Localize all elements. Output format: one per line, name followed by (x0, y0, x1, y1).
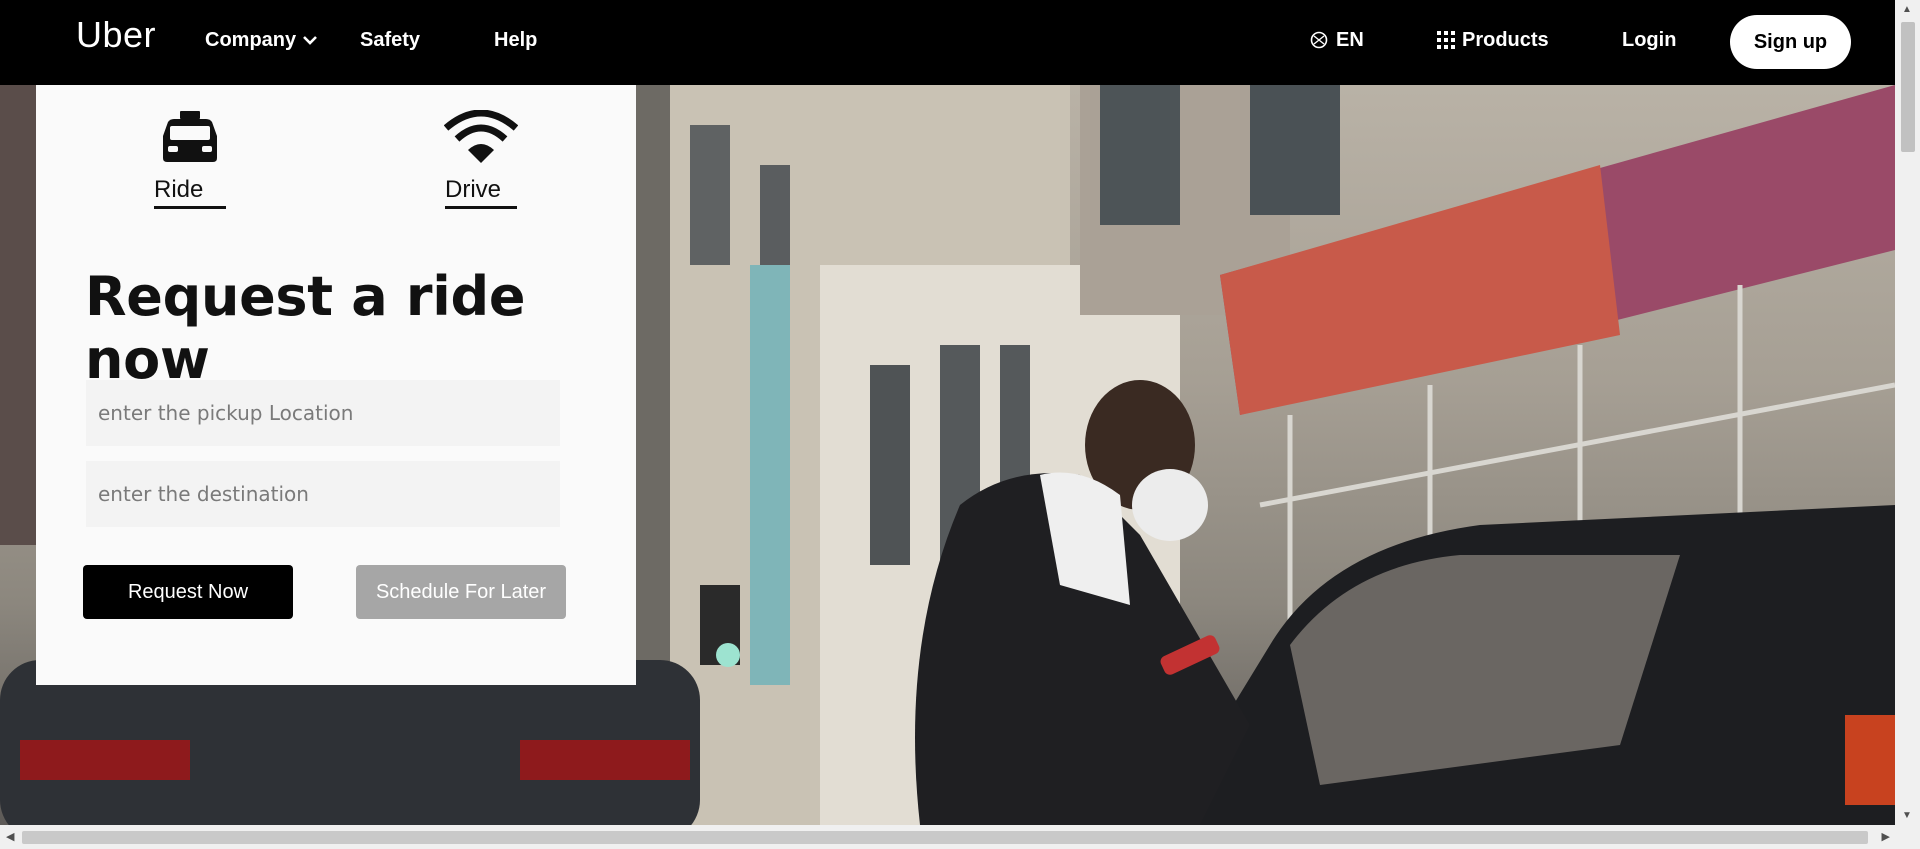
chevron-down-icon (303, 36, 318, 45)
language-selector[interactable]: EN (1310, 28, 1364, 52)
language-label: EN (1336, 29, 1364, 51)
horizontal-scrollbar[interactable]: ◀ ▶ (0, 825, 1920, 849)
horizontal-scroll-thumb[interactable] (22, 831, 1868, 844)
mode-label-ride: Ride (154, 176, 226, 209)
mode-tab-drive[interactable]: Drive (444, 110, 518, 209)
nav-products-menu[interactable]: Products (1436, 28, 1549, 52)
destination-input[interactable] (86, 461, 560, 527)
schedule-later-button[interactable]: Schedule For Later (356, 565, 566, 619)
globe-icon (1310, 31, 1328, 49)
wifi-icon (444, 110, 518, 163)
login-link[interactable]: Login (1622, 28, 1676, 52)
vertical-scrollbar[interactable]: ▲ ▼ (1895, 0, 1920, 825)
nav-products-label: Products (1462, 29, 1549, 51)
mode-label-drive: Drive (445, 176, 517, 209)
scroll-up-arrow-icon[interactable]: ▲ (1902, 4, 1912, 15)
taxi-icon (163, 111, 217, 162)
scroll-down-arrow-icon[interactable]: ▼ (1902, 810, 1912, 821)
grid-icon (1437, 31, 1455, 49)
nav-company-label: Company (205, 29, 297, 51)
nav-company-dropdown[interactable]: Company (205, 28, 318, 52)
nav-help-link[interactable]: Help (494, 28, 537, 52)
ride-request-panel: Ride Drive Request a ride now Request No… (36, 85, 636, 685)
top-navbar: Uber Company Safety Help EN Products Log… (0, 0, 1895, 85)
signup-button[interactable]: Sign up (1730, 15, 1851, 69)
nav-safety-link[interactable]: Safety (360, 28, 420, 52)
mode-tab-ride[interactable]: Ride (154, 110, 226, 209)
vertical-scroll-thumb[interactable] (1901, 22, 1915, 152)
uber-logo[interactable]: Uber (76, 14, 156, 56)
pickup-location-input[interactable] (86, 380, 560, 446)
scroll-left-arrow-icon[interactable]: ◀ (6, 830, 14, 843)
scroll-right-arrow-icon[interactable]: ▶ (1882, 830, 1890, 843)
panel-title: Request a ride now (85, 265, 526, 391)
request-now-button[interactable]: Request Now (83, 565, 293, 619)
